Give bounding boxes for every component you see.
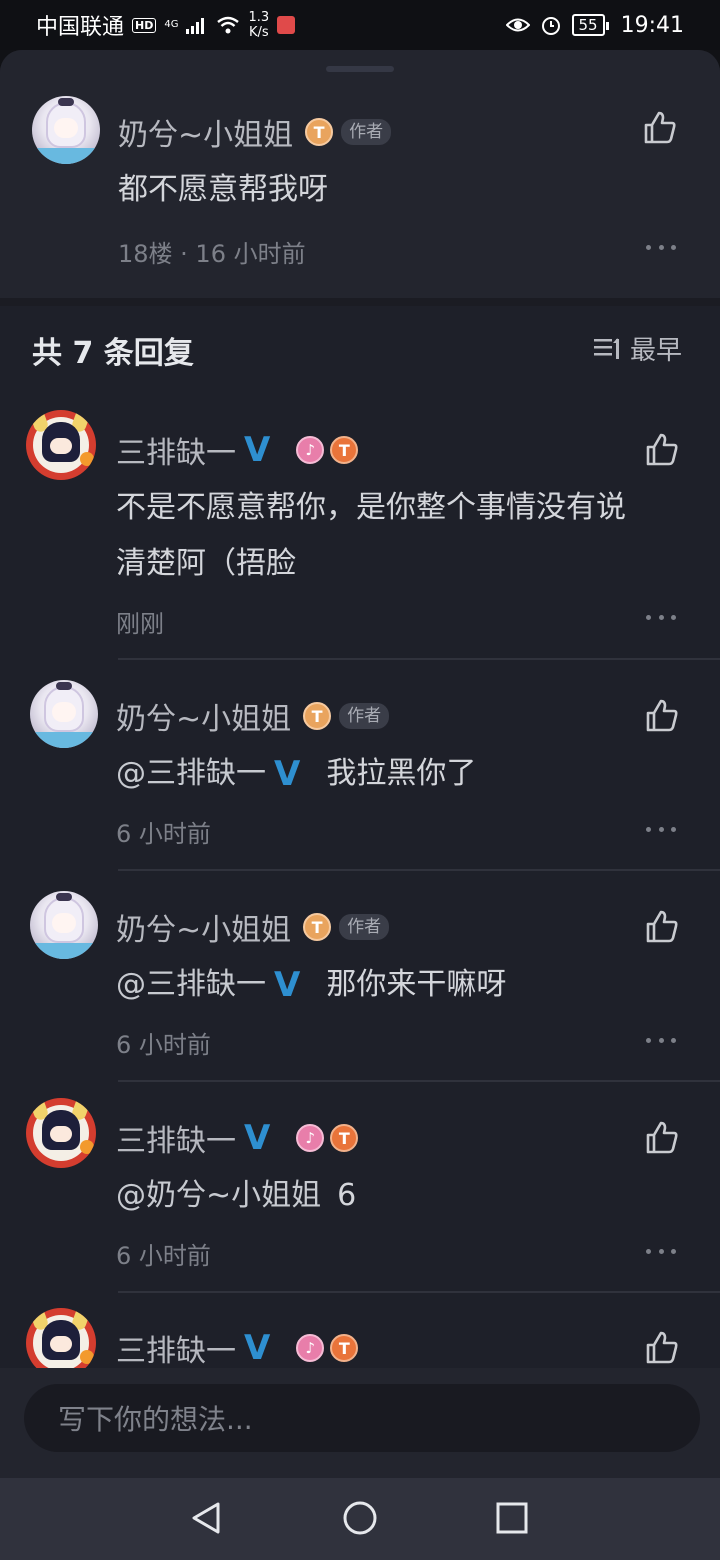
username-text: 奶兮~小姐姐: [116, 702, 292, 737]
reply-text-line: 不是不愿意帮你，是你整个事情没有说: [116, 490, 626, 525]
replies-list: [0, 298, 720, 1478]
username-text: 三排缺一: [116, 436, 236, 471]
top-comment: 奶兮~小姐姐 T 作者 都不愿意帮我呀 18楼 · 16 小时前: [0, 50, 720, 298]
reply-text: @奶兮~小姐姐 6: [116, 1168, 356, 1224]
separator: [118, 658, 720, 660]
battery-icon: 55: [571, 14, 609, 36]
like-icon[interactable]: [642, 110, 678, 146]
status-bar: 中国联通 HD 4G 1.3 K/s 55 19:41: [0, 0, 720, 50]
navigation-bar: [0, 1478, 720, 1560]
level-badge-icon: T: [330, 1334, 359, 1362]
home-icon[interactable]: [342, 1500, 378, 1536]
like-icon[interactable]: [644, 698, 680, 734]
reply-text: @三排缺一 V 我拉黑你了: [116, 746, 476, 802]
reply-text: @三排缺一 V 那你来干嘛呀: [116, 957, 506, 1013]
wifi-icon: [217, 16, 240, 34]
username[interactable]: 三排缺一 V ♪ T: [116, 1116, 359, 1160]
verified-icon: V: [274, 965, 301, 1005]
avatar[interactable]: [32, 96, 100, 164]
level-badge-icon: T: [303, 913, 332, 941]
comment-input-placeholder: 写下你的想法...: [58, 1403, 253, 1436]
network-label: 4G: [164, 19, 179, 30]
reply-body: 那你来干嘛呀: [326, 967, 507, 1002]
sort-icon: [594, 337, 619, 359]
reply-count: 共 7 条回复: [32, 336, 194, 371]
username[interactable]: 奶兮~小姐姐 T 作者: [116, 694, 390, 738]
avatar[interactable]: [30, 891, 98, 959]
like-icon[interactable]: [644, 1120, 680, 1156]
verified-icon: V: [244, 1328, 271, 1368]
recents-icon[interactable]: [496, 1502, 528, 1534]
comment-input[interactable]: 写下你的想法...: [24, 1384, 700, 1452]
reply-meta: 6 小时前: [116, 1031, 211, 1059]
app-notification-icon: [277, 16, 296, 34]
username[interactable]: 三排缺一 V ♪ T: [116, 428, 359, 472]
reply-text-line: 清楚阿（捂脸: [116, 546, 296, 581]
reply-body: 我拉黑你了: [326, 756, 477, 791]
like-icon[interactable]: [644, 909, 680, 945]
avatar[interactable]: [30, 680, 98, 748]
username-text: 三排缺一: [116, 1124, 236, 1159]
author-tag: 作者: [341, 119, 392, 145]
level-badge-icon: T: [305, 118, 334, 146]
more-icon[interactable]: [646, 1035, 676, 1045]
like-icon[interactable]: [644, 1330, 680, 1366]
username-text: 奶兮~小姐姐: [118, 118, 294, 153]
more-icon[interactable]: [646, 824, 676, 834]
avatar[interactable]: [26, 1098, 96, 1168]
separator: [118, 1080, 720, 1082]
clock: 19:41: [620, 12, 684, 38]
like-icon[interactable]: [644, 432, 680, 468]
comment-meta: 18楼 · 16 小时前: [118, 240, 306, 268]
comment-sheet: 奶兮~小姐姐 T 作者 都不愿意帮我呀 18楼 · 16 小时前 共 7 条回复…: [0, 50, 720, 1478]
more-icon[interactable]: [646, 612, 676, 622]
net-speed-unit: K/s: [248, 25, 269, 40]
reply-meta: 6 小时前: [116, 1242, 211, 1270]
comment-text: 都不愿意帮我呀: [118, 172, 328, 207]
net-speed-value: 1.3: [248, 10, 270, 25]
mention-link[interactable]: @奶兮~小姐姐: [116, 1168, 321, 1224]
signal-icon: [186, 18, 205, 34]
more-icon[interactable]: [646, 242, 676, 252]
author-tag: 作者: [339, 703, 390, 729]
username[interactable]: 奶兮~小姐姐 T 作者: [116, 905, 390, 949]
reply-meta: 刚刚: [116, 610, 164, 638]
verified-icon: V: [244, 430, 271, 470]
mic-badge-icon: ♪: [296, 436, 325, 464]
carrier-label: 中国联通: [36, 15, 125, 40]
reply-meta: 6 小时前: [116, 820, 211, 848]
sort-label: 最早: [630, 336, 683, 366]
separator: [118, 1291, 720, 1293]
verified-icon: V: [244, 1118, 271, 1158]
comment-input-bar: 写下你的想法...: [0, 1368, 720, 1478]
username-text: 三排缺一: [116, 1334, 236, 1369]
avatar[interactable]: [26, 410, 96, 480]
divider: [0, 298, 720, 306]
mention-link[interactable]: @三排缺一: [116, 746, 266, 802]
hd-icon: HD: [132, 17, 157, 33]
sheet-drag-handle[interactable]: [326, 66, 394, 72]
mic-badge-icon: ♪: [296, 1334, 325, 1362]
username[interactable]: 三排缺一 V ♪ T: [116, 1326, 359, 1370]
sort-button[interactable]: 最早: [594, 330, 682, 367]
verified-icon: V: [274, 754, 301, 794]
level-badge-icon: T: [330, 436, 359, 464]
back-icon[interactable]: [188, 1500, 224, 1536]
mention-link[interactable]: @三排缺一: [116, 957, 266, 1013]
eye-icon: [505, 18, 530, 32]
username-text: 奶兮~小姐姐: [116, 913, 292, 948]
alarm-icon: [541, 17, 560, 35]
separator: [118, 869, 720, 871]
reply-body: 6: [337, 1178, 357, 1213]
level-badge-icon: T: [303, 702, 332, 730]
more-icon[interactable]: [646, 1246, 676, 1256]
net-speed: 1.3 K/s: [248, 10, 269, 40]
mic-badge-icon: ♪: [296, 1124, 325, 1152]
username[interactable]: 奶兮~小姐姐 T 作者: [118, 110, 392, 154]
reply-text: 不是不愿意帮你，是你整个事情没有说 清楚阿（捂脸: [116, 480, 626, 592]
author-tag: 作者: [339, 914, 390, 940]
level-badge-icon: T: [330, 1124, 359, 1152]
